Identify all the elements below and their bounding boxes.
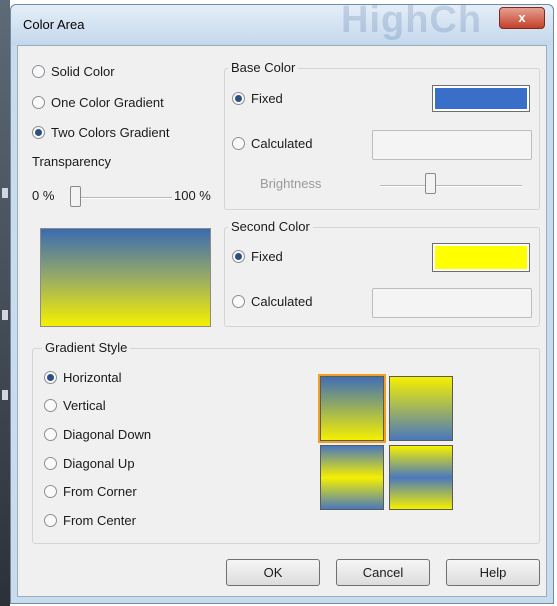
radio-indicator[interactable] — [44, 399, 57, 412]
radio-label: Fixed — [251, 249, 283, 264]
radio-two-colors-gradient[interactable]: Two Colors Gradient — [32, 125, 170, 140]
radio-indicator[interactable] — [232, 92, 245, 105]
radio-indicator[interactable] — [44, 428, 57, 441]
gradient-variant-tile-4[interactable] — [389, 445, 453, 510]
radio-indicator[interactable] — [32, 96, 45, 109]
radio-label: From Center — [63, 513, 136, 528]
radio-indicator[interactable] — [44, 485, 57, 498]
second-color-calculated-field[interactable] — [372, 288, 532, 318]
cancel-button[interactable]: Cancel — [336, 559, 430, 586]
title-bar[interactable]: HighCh Color Area x — [11, 5, 553, 45]
radio-label: Horizontal — [63, 370, 122, 385]
second-color-fixed-radio[interactable]: Fixed — [232, 249, 283, 264]
radio-label: One Color Gradient — [51, 95, 164, 110]
radio-label: Two Colors Gradient — [51, 125, 170, 140]
radio-label: Vertical — [63, 398, 106, 413]
brightness-label: Brightness — [260, 176, 322, 191]
radio-diagonal-up[interactable]: Diagonal Up — [44, 456, 135, 471]
desktop-background — [0, 0, 10, 606]
transparency-label: Transparency — [32, 154, 111, 169]
radio-indicator[interactable] — [44, 514, 57, 527]
color-area-dialog: HighCh Color Area x Solid Color One Colo… — [10, 4, 554, 604]
transparency-slider-thumb[interactable] — [70, 186, 81, 207]
radio-indicator[interactable] — [232, 250, 245, 263]
radio-label: Fixed — [251, 91, 283, 106]
radio-label: Solid Color — [51, 64, 115, 79]
radio-from-corner[interactable]: From Corner — [44, 484, 137, 499]
gradient-style-group-label: Gradient Style — [42, 340, 131, 355]
window-title: Color Area — [23, 17, 85, 32]
transparency-min-label: 0 % — [32, 188, 55, 203]
radio-label: From Corner — [63, 484, 137, 499]
radio-indicator[interactable] — [44, 457, 57, 470]
base-color-calculated-radio[interactable]: Calculated — [232, 136, 312, 151]
radio-one-color-gradient[interactable]: One Color Gradient — [32, 95, 164, 110]
base-color-calculated-field[interactable] — [372, 130, 532, 160]
radio-label: Calculated — [251, 294, 313, 309]
brightness-slider-thumb[interactable] — [425, 173, 436, 194]
base-color-swatch[interactable] — [432, 85, 530, 112]
ok-button[interactable]: OK — [226, 559, 320, 586]
transparency-max-label: 100 % — [174, 188, 211, 203]
radio-indicator[interactable] — [32, 126, 45, 139]
radio-label: Diagonal Down — [63, 427, 152, 442]
dialog-content: Solid Color One Color Gradient Two Color… — [17, 45, 547, 597]
radio-indicator[interactable] — [44, 371, 57, 384]
base-color-group-label: Base Color — [228, 60, 299, 75]
base-color-fixed-radio[interactable]: Fixed — [232, 91, 283, 106]
radio-solid-color[interactable]: Solid Color — [32, 64, 115, 79]
watermark-text: HighCh — [341, 5, 483, 41]
gradient-variant-tile-2[interactable] — [389, 376, 453, 441]
radio-from-center[interactable]: From Center — [44, 513, 136, 528]
brightness-slider-track[interactable] — [380, 185, 522, 187]
radio-indicator[interactable] — [232, 137, 245, 150]
radio-indicator[interactable] — [32, 65, 45, 78]
radio-label: Calculated — [251, 136, 313, 151]
close-button[interactable]: x — [499, 7, 545, 29]
gradient-variant-tile-3[interactable] — [320, 445, 384, 510]
radio-indicator[interactable] — [232, 295, 245, 308]
radio-label: Diagonal Up — [63, 456, 135, 471]
second-color-group-label: Second Color — [228, 219, 313, 234]
radio-horizontal[interactable]: Horizontal — [44, 370, 122, 385]
second-color-swatch[interactable] — [432, 243, 530, 272]
second-color-calculated-radio[interactable]: Calculated — [232, 294, 312, 309]
gradient-preview — [40, 228, 211, 327]
second-color-fill — [435, 246, 527, 269]
close-icon: x — [518, 10, 526, 25]
radio-diagonal-down[interactable]: Diagonal Down — [44, 427, 151, 442]
base-color-fill — [435, 88, 527, 109]
transparency-slider-track[interactable] — [70, 197, 172, 199]
radio-vertical[interactable]: Vertical — [44, 398, 106, 413]
gradient-variant-tile-1[interactable] — [320, 376, 384, 441]
help-button[interactable]: Help — [446, 559, 540, 586]
